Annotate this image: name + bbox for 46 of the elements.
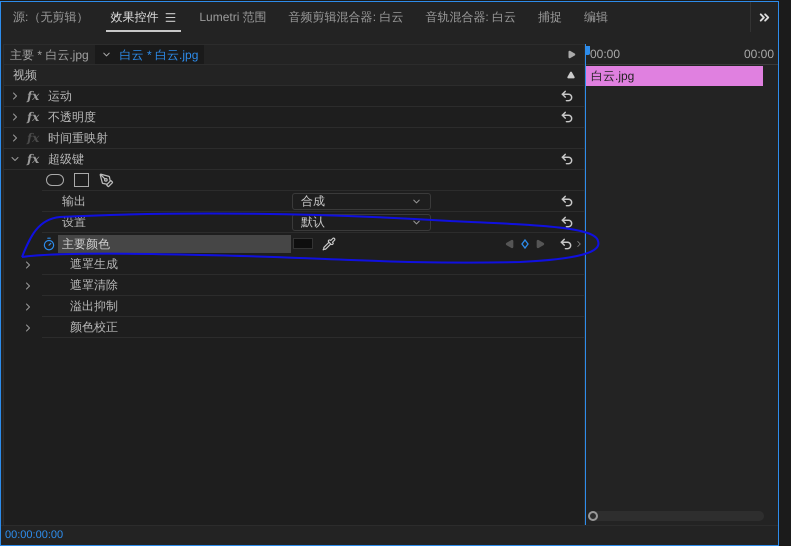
pen-mask-icon[interactable] bbox=[99, 172, 114, 188]
dropdown[interactable]: 合成 bbox=[292, 192, 431, 210]
timeline-end-time: 00:00 bbox=[744, 46, 774, 63]
timecode[interactable]: 00:00:00:00 bbox=[5, 527, 64, 544]
property-group-label: 遮罩生成 bbox=[70, 256, 118, 273]
zoom-scrollbar[interactable] bbox=[588, 511, 764, 521]
property-label: 主要颜色 bbox=[58, 234, 291, 252]
panel-tab[interactable]: 音轨混合器: 白云 bbox=[421, 4, 520, 32]
dropdown[interactable]: 默认 bbox=[292, 214, 431, 230]
play-icon[interactable] bbox=[567, 50, 576, 59]
reset-icon[interactable] bbox=[560, 194, 574, 208]
collapse-icon[interactable] bbox=[567, 71, 575, 79]
reset-icon[interactable] bbox=[559, 236, 573, 250]
stopwatch-icon[interactable] bbox=[42, 236, 56, 250]
property-group-label: 遮罩清除 bbox=[70, 277, 118, 294]
clip-tab[interactable]: 白云 * 白云.jpg bbox=[94, 45, 204, 64]
clip-tab[interactable]: 主要 * 白云.jpg bbox=[4, 45, 95, 64]
effect-name: 运动 bbox=[48, 88, 72, 105]
fx-badge[interactable]: fx bbox=[27, 108, 43, 126]
property-group-label: 颜色校正 bbox=[70, 319, 118, 336]
timeline-clip[interactable]: 白云.jpg bbox=[586, 66, 763, 86]
effect-name: 超级键 bbox=[48, 151, 84, 168]
panel-tab[interactable]: 编辑 bbox=[580, 4, 612, 32]
panel-tab[interactable]: 源:（无剪辑） bbox=[9, 4, 92, 32]
property-label: 输出 bbox=[62, 193, 87, 210]
timeline-start-time: 00:00 bbox=[590, 46, 620, 63]
reset-icon[interactable] bbox=[560, 110, 574, 124]
panel-tab[interactable]: 音频剪辑混合器: 白云 bbox=[284, 4, 408, 32]
section-header: 视频 bbox=[13, 67, 38, 84]
fx-badge[interactable]: fx bbox=[27, 150, 43, 168]
ellipse-mask-icon[interactable] bbox=[46, 174, 64, 186]
menu-icon[interactable] bbox=[164, 10, 178, 24]
property-group-label: 溢出抑制 bbox=[70, 298, 118, 315]
rectangle-mask-icon[interactable] bbox=[74, 173, 89, 187]
fx-badge[interactable]: fx bbox=[27, 87, 43, 105]
panel-tab[interactable]: 效果控件 bbox=[106, 4, 182, 32]
effect-name: 时间重映射 bbox=[48, 130, 108, 147]
keyframe-icon[interactable] bbox=[521, 238, 529, 248]
reset-icon[interactable] bbox=[560, 215, 574, 229]
panel-tab[interactable]: Lumetri 范围 bbox=[195, 4, 271, 32]
eyedropper-icon[interactable] bbox=[322, 236, 336, 250]
color-swatch[interactable] bbox=[293, 238, 313, 249]
effect-name: 不透明度 bbox=[48, 109, 96, 126]
reset-icon[interactable] bbox=[560, 152, 574, 166]
panel-tab[interactable]: 捕捉 bbox=[534, 4, 566, 32]
reset-icon[interactable] bbox=[560, 89, 574, 103]
